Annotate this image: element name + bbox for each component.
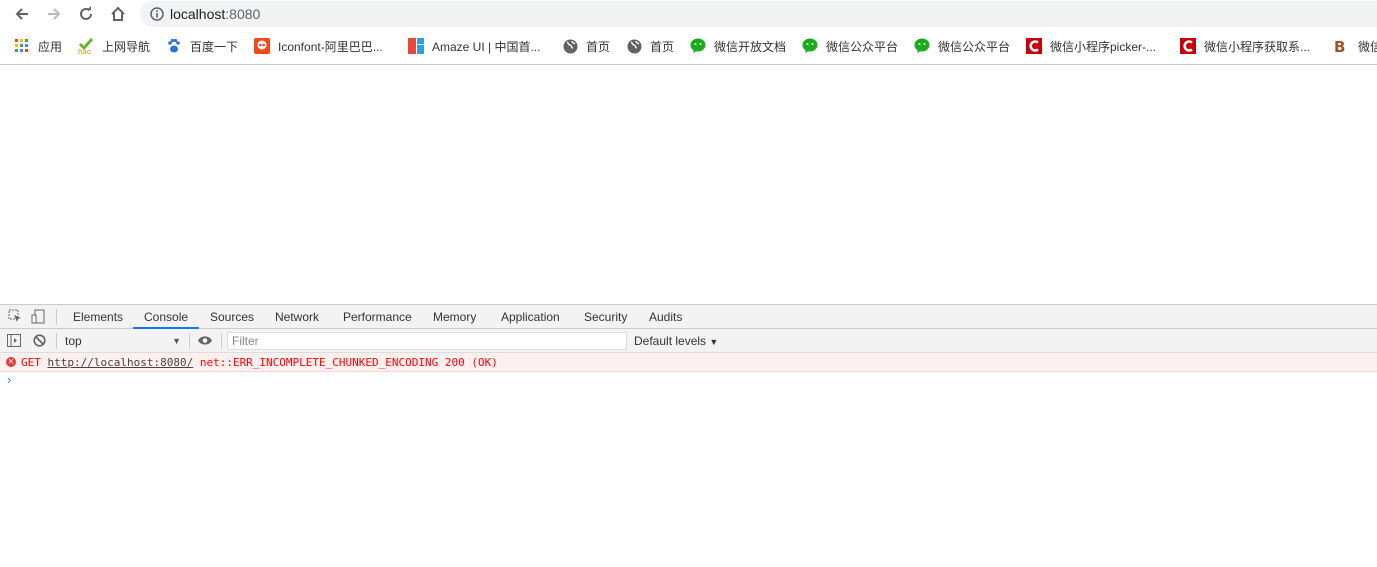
- reload-icon: [80, 6, 92, 20]
- csdn-icon: [1026, 38, 1042, 54]
- inspect-element-button[interactable]: [8, 309, 22, 326]
- devtools-panel: Elements Console Sources Network Performance…: [0, 304, 1377, 567]
- clear-console-button[interactable]: [33, 334, 46, 350]
- bookmark-label: 微信公众平台: [938, 39, 1011, 54]
- b-icon: B: [1334, 38, 1350, 54]
- bookmark-item[interactable]: hao 上网导航: [78, 35, 150, 57]
- bookmark-item[interactable]: 首页: [562, 35, 610, 57]
- context-select[interactable]: top ▼: [60, 332, 184, 350]
- bookmark-label: 微信: [1358, 39, 1377, 54]
- home-button[interactable]: [107, 3, 129, 25]
- bookmark-item[interactable]: 微信公众平台: [914, 35, 1010, 57]
- bookmark-item[interactable]: 应用: [14, 35, 62, 57]
- tab-sources[interactable]: Sources: [210, 305, 254, 329]
- csdn-icon: [1180, 38, 1196, 54]
- divider: [221, 333, 222, 349]
- tab-memory[interactable]: Memory: [433, 305, 476, 329]
- bookmark-label: Amaze UI | 中国首...: [432, 39, 541, 54]
- bookmark-label: 微信开放文档: [714, 39, 787, 54]
- bookmark-label: 百度一下: [190, 39, 239, 54]
- bookmark-item[interactable]: 微信公众平台: [802, 35, 898, 57]
- tab-security[interactable]: Security: [584, 305, 627, 329]
- bookmark-item[interactable]: 百度一下: [166, 35, 238, 57]
- sidebar-icon: [7, 334, 21, 347]
- arrow-left-icon: [15, 8, 28, 20]
- error-icon: ✕: [6, 357, 16, 367]
- devtools-tabbar: Elements Console Sources Network Performance…: [0, 305, 1377, 329]
- globe-icon: [626, 38, 642, 54]
- dropdown-arrow-icon: ▼: [172, 336, 181, 346]
- error-url-link[interactable]: http://localhost:8080/: [48, 356, 194, 369]
- device-toolbar-button[interactable]: [31, 309, 45, 327]
- baidu-paw-icon: [166, 38, 182, 54]
- apps-grid-icon: [14, 38, 30, 54]
- url-text: localhost:8080: [170, 6, 261, 22]
- tab-performance[interactable]: Performance: [343, 305, 412, 329]
- bookmark-item[interactable]: B 微信: [1334, 35, 1377, 57]
- wechat-icon: [914, 38, 930, 54]
- bookmark-item[interactable]: 首页: [626, 35, 674, 57]
- prompt-chevron-icon: ›: [7, 372, 12, 387]
- bookmark-label: 首页: [650, 39, 675, 54]
- info-icon: [150, 7, 164, 21]
- log-levels-dropdown[interactable]: Default levels ▼: [634, 329, 718, 354]
- dropdown-arrow-icon: ▼: [709, 337, 719, 347]
- back-button[interactable]: [11, 3, 33, 25]
- wechat-icon: [690, 38, 706, 54]
- tab-console[interactable]: Console: [133, 305, 200, 329]
- tab-audits[interactable]: Audits: [649, 305, 682, 329]
- globe-icon: [562, 38, 578, 54]
- iconfont-icon: [254, 38, 270, 54]
- eye-icon: [198, 336, 212, 345]
- divider: [189, 333, 190, 349]
- bookmark-item[interactable]: 微信开放文档: [690, 35, 786, 57]
- browser-toolbar: localhost:8080: [0, 0, 1377, 28]
- tab-application[interactable]: Application: [501, 305, 560, 329]
- block-icon: [33, 334, 46, 347]
- home-icon: [111, 6, 125, 21]
- address-bar[interactable]: localhost:8080: [140, 1, 1377, 27]
- bookmark-item[interactable]: Amaze UI | 中国首...: [408, 35, 540, 57]
- divider: [0, 64, 1377, 65]
- bookmark-label: 微信小程序获取系...: [1204, 39, 1311, 54]
- bookmark-item[interactable]: 微信小程序获取系...: [1180, 35, 1310, 57]
- bookmark-item[interactable]: 微信小程序picker-...: [1026, 35, 1156, 57]
- bookmark-label: 上网导航: [102, 39, 151, 54]
- bookmark-label: 首页: [586, 39, 611, 54]
- bookmark-label: Iconfont-阿里巴巴...: [278, 39, 383, 54]
- inspect-cursor-icon: [8, 309, 21, 322]
- tab-elements[interactable]: Elements: [73, 305, 123, 329]
- console-toolbar: top ▼ Filter Default levels ▼: [0, 329, 1377, 353]
- svg-text:hao: hao: [78, 48, 91, 54]
- console-prompt[interactable]: ›: [0, 372, 1377, 390]
- console-error-message: ✕ GET http://localhost:8080/ net::ERR_IN…: [0, 353, 1377, 372]
- svg-text:B: B: [1334, 38, 1345, 54]
- bookmark-label: 微信小程序picker-...: [1050, 39, 1157, 54]
- levels-label: Default levels: [634, 334, 707, 348]
- wechat-icon: [802, 38, 818, 54]
- forward-button[interactable]: [43, 3, 65, 25]
- bookmark-label: 应用: [38, 39, 63, 54]
- filter-input[interactable]: Filter: [227, 332, 627, 350]
- divider: [56, 309, 57, 325]
- tab-network[interactable]: Network: [275, 305, 319, 329]
- sidebar-toggle-button[interactable]: [7, 334, 21, 350]
- amaze-icon: [408, 38, 424, 54]
- bookmarks-bar: 应用 hao 上网导航 百度一下 Iconfont-阿里巴巴... Amaze UI | …: [0, 33, 1377, 59]
- device-icon: [31, 309, 45, 324]
- hao-icon: hao: [78, 38, 94, 54]
- error-text: GET http://localhost:8080/ net::ERR_INCO…: [21, 356, 498, 369]
- divider: [56, 333, 57, 349]
- arrow-right-icon: [48, 8, 61, 20]
- reload-button[interactable]: [75, 3, 97, 25]
- bookmark-item[interactable]: Iconfont-阿里巴巴...: [254, 35, 383, 57]
- live-expression-button[interactable]: [197, 335, 213, 349]
- context-value: top: [65, 334, 82, 348]
- bookmark-label: 微信公众平台: [826, 39, 899, 54]
